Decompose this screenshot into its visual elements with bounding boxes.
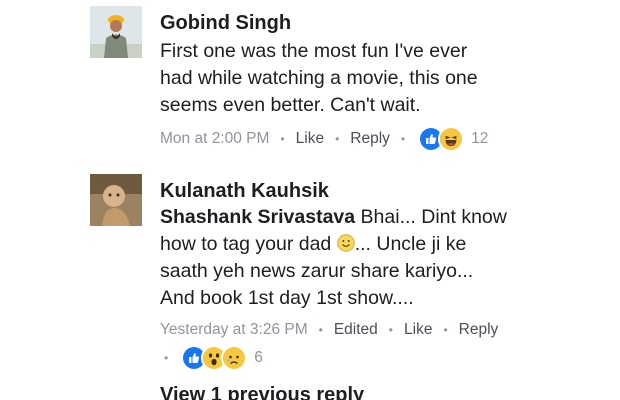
reply-button[interactable]: Reply <box>459 319 499 341</box>
comment-meta: Mon at 2:00 PM • Like • Reply • 12 <box>160 126 610 152</box>
comment-body: Kulanath Kauhsik Shashank Srivastava Bha… <box>160 178 610 371</box>
comment-text: First one was the most fun I've ever had… <box>160 38 610 119</box>
haha-reaction-icon <box>438 126 465 152</box>
comment-meta: Yesterday at 3:26 PM • Edited • Like • R… <box>160 319 610 341</box>
comment-text-line: saath yeh news zarur share kariyo... <box>160 260 474 282</box>
separator-dot: • <box>388 323 393 337</box>
comment-text-line: had while watching a movie, this one <box>160 67 478 89</box>
separator-dot: • <box>400 132 406 146</box>
comment-text: Shashank Srivastava Bhai... Dint know ho… <box>160 204 610 312</box>
reaction-summary[interactable]: 6 <box>181 345 263 371</box>
separator-dot: • <box>335 132 340 146</box>
comments-thread: Gobind Singh First one was the most fun … <box>0 0 620 400</box>
comment-text-line: First one was the most fun I've ever <box>160 40 468 62</box>
comment-text-line: how to tag your dad ... Uncle ji ke <box>160 231 610 258</box>
comment-timestamp[interactable]: Yesterday at 3:26 PM <box>160 319 308 341</box>
reaction-count: 6 <box>254 349 263 366</box>
comment-body: Gobind Singh First one was the most fun … <box>160 10 610 152</box>
comment-text-segment: Bhai... Dint know <box>355 206 507 228</box>
separator-dot: • <box>318 323 323 337</box>
mentioned-user-link[interactable]: Shashank Srivastava <box>160 206 355 228</box>
avatar[interactable] <box>90 6 142 58</box>
reply-button[interactable]: Reply <box>350 128 390 150</box>
comment-text-line: Shashank Srivastava Bhai... Dint know <box>160 204 610 231</box>
smile-emoji-icon <box>337 233 355 252</box>
comment-text-segment: ... Uncle ji ke <box>354 233 467 255</box>
separator-dot: • <box>443 323 448 337</box>
comment-author[interactable]: Gobind Singh <box>160 10 610 36</box>
comment-text-line: And book 1st day 1st show.... <box>160 287 414 309</box>
like-button[interactable]: Like <box>404 319 432 341</box>
like-button[interactable]: Like <box>296 128 324 150</box>
comment-timestamp[interactable]: Mon at 2:00 PM <box>160 128 269 150</box>
comment-text-segment: how to tag your dad <box>160 233 337 255</box>
separator-dot: • <box>280 132 285 146</box>
comment-reactions-row: • 6 <box>160 345 610 371</box>
view-previous-replies-link[interactable]: View 1 previous reply <box>160 384 364 400</box>
sad-reaction-icon <box>221 345 248 371</box>
separator-dot: • <box>164 351 169 365</box>
avatar[interactable] <box>90 174 142 226</box>
reaction-summary[interactable]: 12 <box>418 126 488 152</box>
comment-text-line: seems even better. Can't wait. <box>160 94 421 116</box>
edited-link[interactable]: Edited <box>334 319 378 341</box>
comment-author[interactable]: Kulanath Kauhsik <box>160 178 610 204</box>
reaction-count: 12 <box>471 130 489 147</box>
